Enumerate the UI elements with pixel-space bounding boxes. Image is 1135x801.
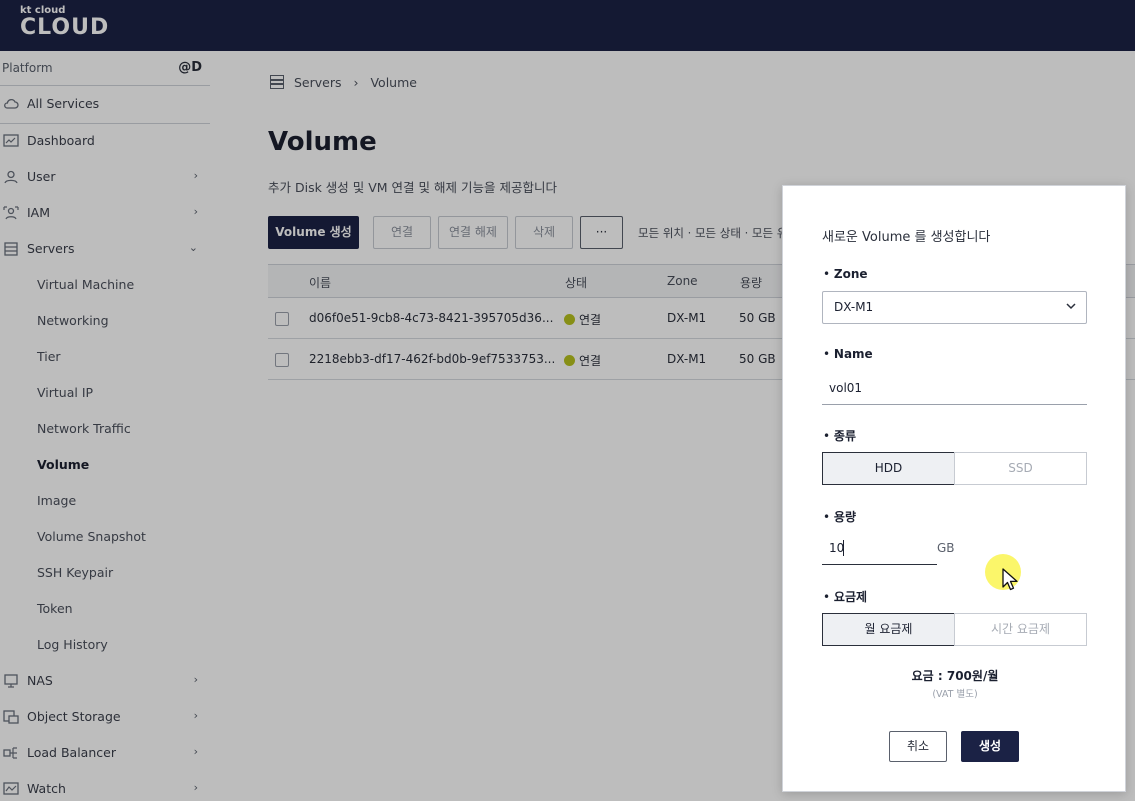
plan-option-hourly[interactable]: 시간 요금제	[954, 613, 1087, 646]
fee-text: 요금 : 700원/월	[911, 669, 999, 683]
capacity-input-value: 10	[829, 541, 845, 555]
name-label: Name	[823, 347, 873, 361]
capacity-unit: GB	[937, 541, 955, 555]
name-input-value: vol01	[829, 381, 863, 395]
text-caret	[843, 540, 844, 556]
type-toggle: HDD SSD	[822, 452, 1087, 485]
create-volume-dialog: 새로운 Volume 를 생성합니다 Zone DX-M1 Name vol01…	[782, 185, 1126, 792]
type-option-ssd[interactable]: SSD	[954, 452, 1087, 485]
chevron-down-icon	[1066, 303, 1076, 310]
plan-toggle: 월 요금제 시간 요금제	[822, 613, 1087, 646]
cancel-button[interactable]: 취소	[889, 731, 947, 762]
dialog-title: 새로운 Volume 를 생성합니다	[822, 230, 991, 245]
capacity-input[interactable]: 10	[822, 536, 937, 565]
zone-selected-value: DX-M1	[834, 300, 874, 314]
plan-label: 요금제	[823, 588, 867, 605]
name-input[interactable]: vol01	[822, 372, 1087, 405]
create-button[interactable]: 생성	[961, 731, 1019, 762]
zone-select[interactable]: DX-M1	[822, 291, 1087, 324]
zone-label: Zone	[823, 267, 868, 281]
mouse-pointer-icon	[1002, 568, 1018, 591]
type-label: 종류	[823, 427, 856, 444]
type-option-hdd[interactable]: HDD	[822, 452, 955, 485]
capacity-label: 용량	[823, 508, 856, 525]
plan-option-monthly[interactable]: 월 요금제	[822, 613, 955, 646]
vat-note: (VAT 별도)	[932, 689, 978, 700]
